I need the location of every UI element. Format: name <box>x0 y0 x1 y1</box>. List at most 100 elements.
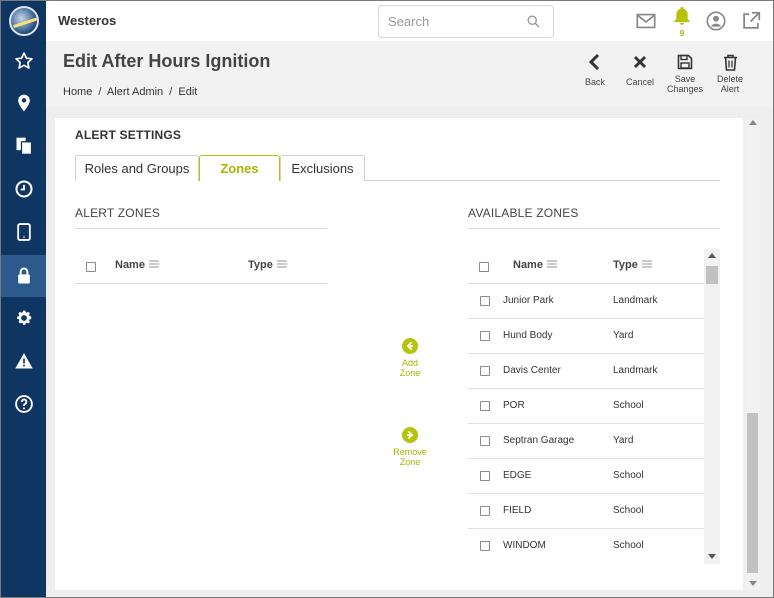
alert-zones-name-header[interactable]: Name <box>115 259 159 271</box>
zone-name: Hund Body <box>503 330 553 341</box>
available-zones-scrollbar[interactable] <box>704 249 720 564</box>
tab-exclusions[interactable]: Exclusions <box>280 155 365 181</box>
table-row[interactable]: Davis Center Landmark <box>468 354 704 389</box>
row-checkbox[interactable] <box>480 471 490 481</box>
help-icon <box>14 395 33 413</box>
sidebar-item-history[interactable] <box>1 168 46 210</box>
close-icon <box>634 56 646 68</box>
row-checkbox[interactable] <box>480 506 490 516</box>
lock-icon <box>17 267 30 284</box>
alert-zones-select-all-checkbox[interactable] <box>86 262 96 272</box>
zone-name: Junior Park <box>503 295 554 306</box>
tab-roles-and-groups[interactable]: Roles and Groups <box>75 155 199 181</box>
scroll-thumb[interactable] <box>747 413 758 573</box>
alert-zones-divider <box>75 228 327 229</box>
gear-icon <box>16 310 31 325</box>
scroll-up-arrow[interactable] <box>708 253 716 258</box>
column-label: Type <box>613 259 638 271</box>
row-checkbox[interactable] <box>480 436 490 446</box>
zone-type: Landmark <box>613 365 658 376</box>
scroll-up-arrow[interactable] <box>749 120 757 125</box>
remove-zone-label-line2: Zone <box>399 457 421 467</box>
bell-icon <box>674 6 690 25</box>
available-zones-type-header[interactable]: Type <box>613 259 652 271</box>
available-zones-select-all-checkbox[interactable] <box>479 262 489 272</box>
table-row[interactable]: POR School <box>468 389 704 424</box>
documents-icon <box>16 137 32 155</box>
app-logo[interactable] <box>9 6 39 36</box>
table-row[interactable]: EDGE School <box>468 459 704 494</box>
table-row[interactable]: FIELD School <box>468 494 704 529</box>
table-row[interactable]: Junior Park Landmark <box>468 284 704 319</box>
page-scrollbar[interactable] <box>745 118 760 590</box>
search-box[interactable] <box>378 5 554 38</box>
notifications-button[interactable]: 9 <box>670 5 694 38</box>
zone-name: EDGE <box>503 470 532 481</box>
row-checkbox[interactable] <box>480 541 490 551</box>
alert-zones-type-header[interactable]: Type <box>248 259 287 271</box>
delete-label-line2: Alert <box>720 84 740 94</box>
row-checkbox[interactable] <box>480 331 490 341</box>
row-checkbox[interactable] <box>480 401 490 411</box>
alert-settings-title: ALERT SETTINGS <box>75 128 182 142</box>
cancel-button[interactable]: Cancel <box>620 51 660 87</box>
back-button[interactable]: Back <box>575 51 615 87</box>
sidebar-item-favorites[interactable] <box>1 40 46 82</box>
sort-icon[interactable] <box>148 259 159 271</box>
sidebar-item-admin[interactable] <box>1 255 46 297</box>
sidebar-item-map[interactable] <box>1 82 46 124</box>
arrow-right-circle-icon <box>402 427 418 443</box>
sidebar-item-devices[interactable] <box>1 211 46 253</box>
delete-alert-button[interactable]: Delete Alert <box>710 51 750 94</box>
remove-zone-label-line1: Remove <box>393 447 427 457</box>
table-row[interactable]: WINDOM School <box>468 529 704 564</box>
save-changes-button[interactable]: Save Changes <box>665 51 705 94</box>
page-title: Edit After Hours Ignition <box>63 51 271 71</box>
save-label-line2: Changes <box>666 84 704 94</box>
sort-icon[interactable] <box>546 259 557 271</box>
scroll-thumb[interactable] <box>706 266 718 284</box>
sidebar-item-alerts[interactable] <box>1 340 46 382</box>
arrow-left-circle-icon <box>402 338 418 354</box>
zone-name: WINDOM <box>503 540 546 551</box>
available-zones-name-header[interactable]: Name <box>513 259 557 271</box>
sort-icon[interactable] <box>641 259 652 271</box>
remove-zone-button[interactable]: Remove Zone <box>390 427 430 467</box>
alert-zones-header-divider <box>75 283 327 284</box>
column-label: Type <box>248 259 273 271</box>
row-checkbox[interactable] <box>480 296 490 306</box>
user-icon[interactable] <box>705 10 727 37</box>
save-icon <box>677 54 693 70</box>
scroll-down-arrow[interactable] <box>708 554 716 559</box>
table-row[interactable]: Septran Garage Yard <box>468 424 704 459</box>
breadcrumb-home[interactable]: Home <box>63 86 92 98</box>
scroll-down-arrow[interactable] <box>749 581 757 586</box>
breadcrumb-alert-admin[interactable]: Alert Admin <box>107 86 163 98</box>
sidebar-item-settings[interactable] <box>1 297 46 339</box>
mail-icon[interactable] <box>635 10 657 37</box>
tablet-icon <box>16 223 31 241</box>
column-label: Name <box>115 259 145 271</box>
sidebar-item-reports[interactable] <box>1 125 46 167</box>
breadcrumb: Home / Alert Admin / Edit <box>63 86 200 98</box>
table-row[interactable]: Hund Body Yard <box>468 319 704 354</box>
sidebar-item-help[interactable] <box>1 383 46 425</box>
row-checkbox[interactable] <box>480 366 490 376</box>
tab-zones[interactable]: Zones <box>199 155 280 181</box>
chevron-left-icon <box>588 53 600 71</box>
search-icon[interactable] <box>526 14 541 34</box>
add-zone-button[interactable]: Add Zone <box>390 338 430 378</box>
column-label: Name <box>513 259 543 271</box>
zone-type: Yard <box>613 435 634 446</box>
page-header: Edit After Hours Ignition Home / Alert A… <box>46 41 773 107</box>
zone-type: School <box>613 400 644 411</box>
trash-icon <box>723 54 737 71</box>
save-label-line1: Save <box>674 74 696 84</box>
sort-icon[interactable] <box>276 259 287 271</box>
delete-label-line1: Delete <box>716 74 743 84</box>
breadcrumb-separator: / <box>98 86 102 98</box>
alert-zones-heading: ALERT ZONES <box>75 206 161 220</box>
external-link-icon[interactable] <box>740 10 762 37</box>
search-input[interactable] <box>388 14 518 29</box>
zone-type: School <box>613 540 644 551</box>
